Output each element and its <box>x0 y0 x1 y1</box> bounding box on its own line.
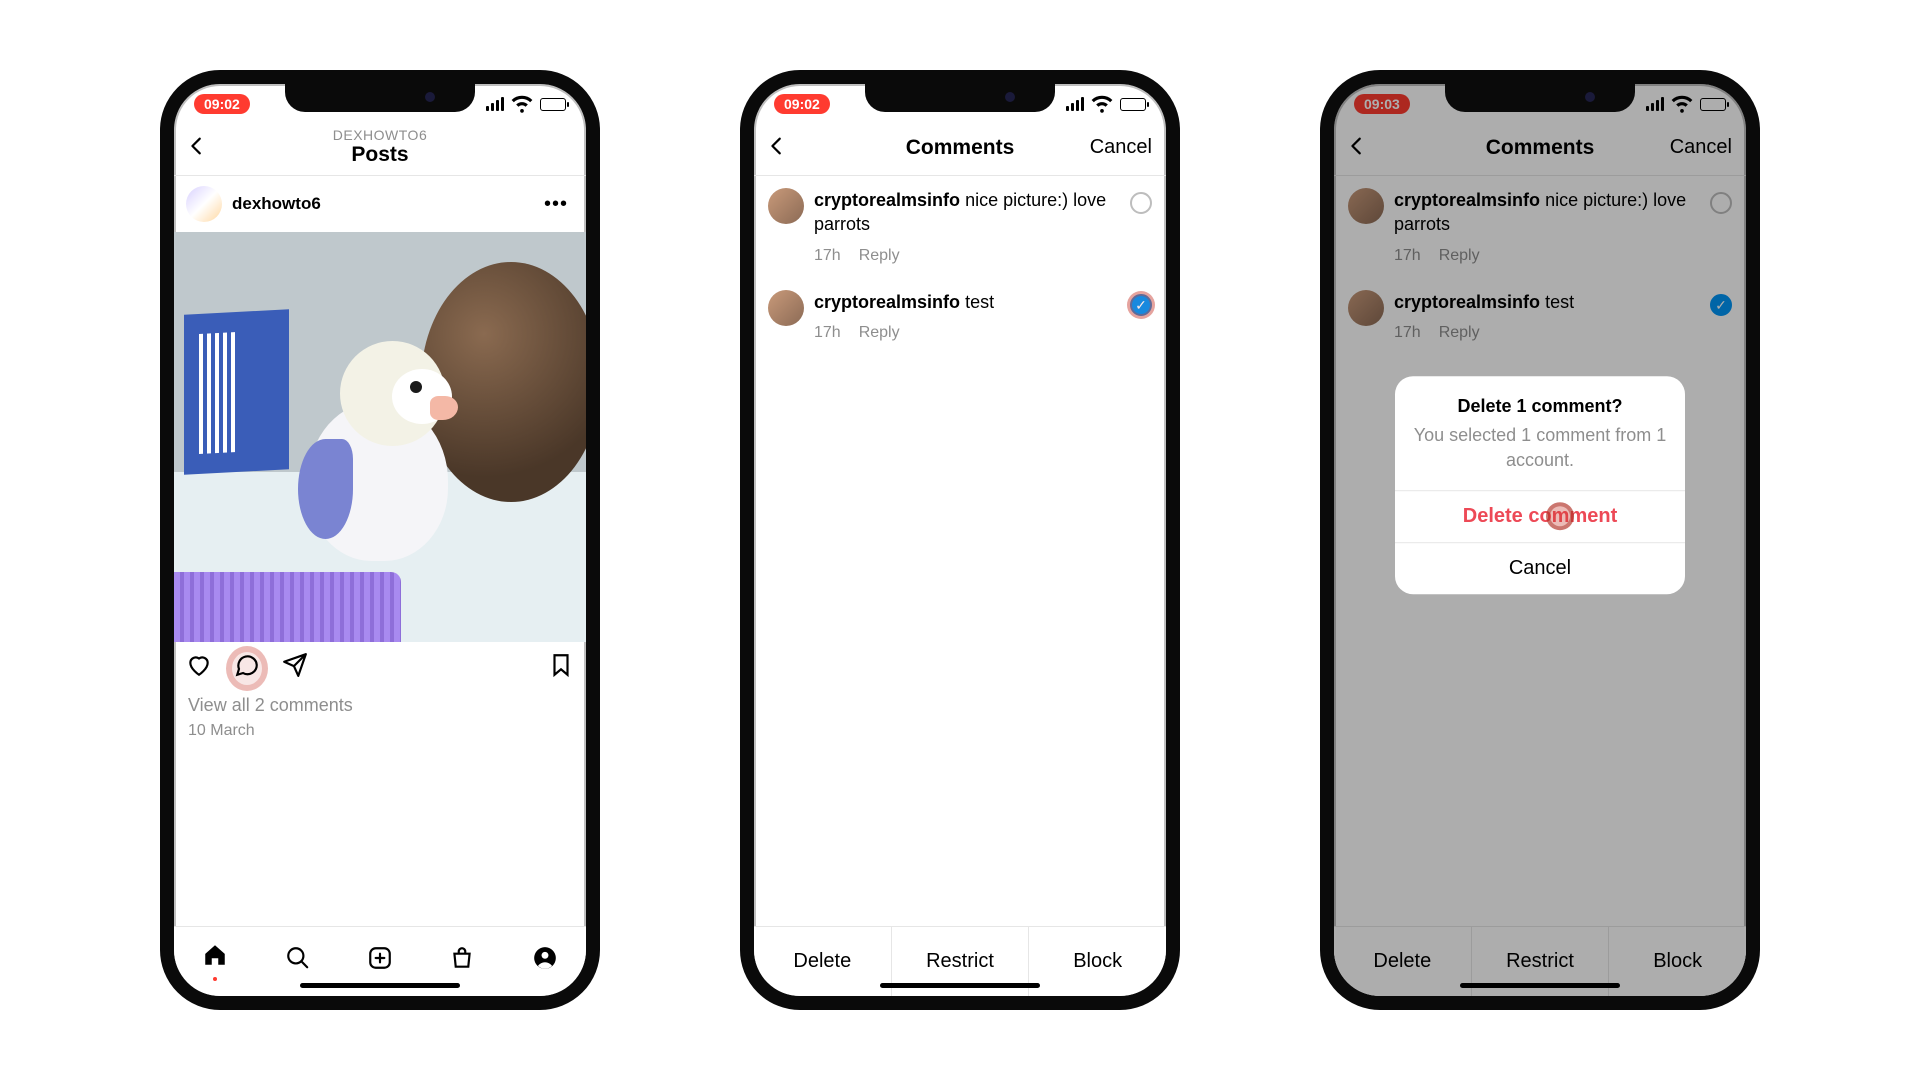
select-radio[interactable] <box>1130 192 1152 214</box>
tab-create-icon[interactable] <box>367 945 393 978</box>
more-icon[interactable]: ••• <box>538 193 574 216</box>
battery-icon <box>540 98 566 111</box>
comment-icon[interactable] <box>232 652 262 685</box>
reply-button[interactable]: Reply <box>859 322 900 344</box>
comment-text: test <box>965 292 994 312</box>
status-indicators <box>486 89 566 119</box>
tab-search-icon[interactable] <box>285 945 311 978</box>
nav-subtitle: DEXHOWTO6 <box>333 127 427 143</box>
post-date: 10 March <box>174 716 586 740</box>
battery-icon <box>1120 98 1146 111</box>
comment-username[interactable]: cryptorealmsinfo <box>814 292 960 312</box>
select-radio-checked[interactable]: ✓ <box>1130 294 1152 316</box>
status-time: 09:02 <box>194 94 250 114</box>
home-indicator[interactable] <box>880 983 1040 988</box>
comment-row[interactable]: cryptorealmsinfo test 17h Reply ✓ <box>754 278 1166 356</box>
tab-profile-icon[interactable] <box>532 945 558 978</box>
dialog-message: You selected 1 comment from 1 account. <box>1395 423 1685 490</box>
share-icon[interactable] <box>282 652 308 685</box>
tab-home-icon[interactable] <box>202 942 228 981</box>
back-button[interactable] <box>186 135 208 161</box>
view-all-comments[interactable]: View all 2 comments <box>174 695 586 716</box>
comment-row[interactable]: cryptorealmsinfo nice picture:) love par… <box>754 176 1166 278</box>
signal-icon <box>486 97 504 111</box>
wifi-icon <box>509 89 535 119</box>
phone-frame-2: 09:02 Comments Cancel cryptorealmsinfo n… <box>740 70 1180 1010</box>
wifi-icon <box>1089 89 1115 119</box>
delete-button[interactable]: Delete <box>754 927 892 996</box>
block-button[interactable]: Block <box>1029 927 1166 996</box>
post-avatar[interactable] <box>186 186 222 222</box>
status-time: 09:02 <box>774 94 830 114</box>
comment-age: 17h <box>814 322 841 344</box>
reply-button[interactable]: Reply <box>859 245 900 267</box>
post-header: dexhowto6 ••• <box>174 176 586 232</box>
like-icon[interactable] <box>186 652 212 685</box>
signal-icon <box>1066 97 1084 111</box>
back-button[interactable] <box>766 135 788 161</box>
comment-avatar[interactable] <box>768 290 804 326</box>
home-indicator[interactable] <box>300 983 460 988</box>
home-indicator[interactable] <box>1460 983 1620 988</box>
dialog-title: Delete 1 comment? <box>1395 376 1685 423</box>
status-indicators <box>1066 89 1146 119</box>
tap-indicator <box>1546 503 1574 531</box>
nav-title: Comments <box>906 136 1015 160</box>
post-username[interactable]: dexhowto6 <box>232 194 538 214</box>
notch <box>285 84 475 112</box>
phone-frame-3: 09:03 Comments Cancel cryptorealmsinfo n… <box>1320 70 1760 1010</box>
comment-age: 17h <box>814 245 841 267</box>
comment-username[interactable]: cryptorealmsinfo <box>814 190 960 210</box>
cancel-button[interactable]: Cancel <box>1090 136 1152 159</box>
nav-title: Posts <box>333 143 427 167</box>
nav-title-stack: DEXHOWTO6 Posts <box>333 127 427 167</box>
nav-header: Comments Cancel <box>754 120 1166 176</box>
notch <box>1445 84 1635 112</box>
tab-shop-icon[interactable] <box>449 945 475 978</box>
bookmark-icon[interactable] <box>548 652 574 685</box>
delete-dialog: Delete 1 comment? You selected 1 comment… <box>1395 376 1685 594</box>
notch <box>865 84 1055 112</box>
dialog-delete-button[interactable]: Delete comment <box>1395 490 1685 542</box>
comment-avatar[interactable] <box>768 188 804 224</box>
dialog-cancel-button[interactable]: Cancel <box>1395 542 1685 594</box>
phone-frame-1: 09:02 DEXHOWTO6 Posts dexhowto6 ••• <box>160 70 600 1010</box>
post-actions <box>174 642 586 695</box>
post-image[interactable] <box>174 232 586 642</box>
nav-header: DEXHOWTO6 Posts <box>174 120 586 176</box>
